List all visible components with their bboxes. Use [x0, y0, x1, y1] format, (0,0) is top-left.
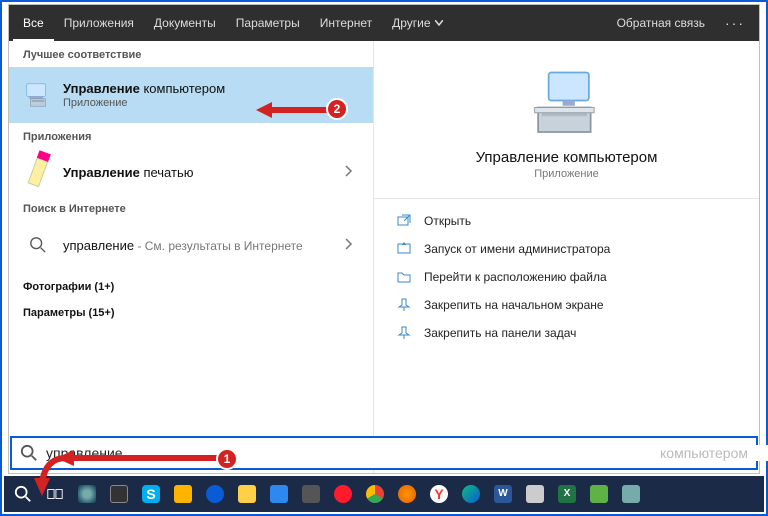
edge-dev-icon[interactable]	[458, 481, 484, 507]
chrome-icon[interactable]	[362, 481, 388, 507]
computer-management-icon	[23, 80, 53, 110]
annotation-arrow-1	[26, 450, 226, 500]
action-pin-start[interactable]: Закрепить на начальном экране	[374, 291, 759, 319]
preview-column: Управление компьютером Приложение Открыт…	[374, 41, 759, 473]
windows-search-panel: Все Приложения Документы Параметры Интер…	[8, 4, 760, 474]
tab-more-label: Другие	[392, 5, 430, 41]
taskbar-app-8[interactable]	[618, 481, 644, 507]
result-title: Управление компьютером	[63, 81, 359, 96]
tab-apps[interactable]: Приложения	[54, 5, 144, 41]
chevron-right-icon[interactable]	[339, 165, 359, 180]
action-label: Перейти к расположению файла	[424, 270, 607, 284]
preview-header: Управление компьютером Приложение	[374, 51, 759, 190]
tab-settings[interactable]: Параметры	[226, 5, 310, 41]
search-icon	[23, 230, 53, 260]
feedback-link[interactable]: Обратная связь	[607, 16, 715, 30]
admin-icon	[396, 241, 412, 257]
settings-group[interactable]: Параметры (15+)	[9, 299, 373, 325]
chevron-down-icon	[435, 20, 443, 26]
tab-documents[interactable]: Документы	[144, 5, 226, 41]
file-explorer-icon[interactable]	[234, 481, 260, 507]
opera-icon[interactable]	[330, 481, 356, 507]
annotation-arrow-2	[254, 98, 334, 122]
result-title: Управление печатью	[63, 165, 339, 180]
result-internet-search[interactable]: управление - См. результаты в Интернете	[9, 221, 373, 269]
action-pin-taskbar[interactable]: Закрепить на панели задач	[374, 319, 759, 347]
preview-title: Управление компьютером	[374, 149, 759, 166]
internet-query: управление - См. результаты в Интернете	[63, 238, 339, 253]
firefox-icon[interactable]	[394, 481, 420, 507]
taskbar-app-5[interactable]	[298, 481, 324, 507]
result-print-management[interactable]: Управление печатью	[9, 149, 373, 195]
folder-icon	[396, 269, 412, 285]
preview-app-icon	[527, 69, 607, 139]
best-match-header: Лучшее соответствие	[9, 41, 373, 67]
taskbar-app-7[interactable]	[586, 481, 612, 507]
annotation-badge-1: 1	[216, 448, 238, 470]
chevron-right-icon[interactable]	[339, 238, 359, 253]
action-label: Закрепить на начальном экране	[424, 298, 604, 312]
taskbar-app-4[interactable]	[266, 481, 292, 507]
action-run-admin[interactable]: Запуск от имени администратора	[374, 235, 759, 263]
tab-all[interactable]: Все	[13, 5, 54, 41]
preview-subtitle: Приложение	[374, 168, 759, 180]
pin-start-icon	[396, 297, 412, 313]
open-icon	[396, 213, 412, 229]
action-label: Запуск от имени администратора	[424, 242, 610, 256]
word-icon[interactable]: W	[490, 481, 516, 507]
tab-internet[interactable]: Интернет	[310, 5, 382, 41]
action-label: Открыть	[424, 214, 471, 228]
print-management-icon	[23, 157, 53, 187]
action-label: Закрепить на панели задач	[424, 326, 576, 340]
annotation-badge-2: 2	[326, 98, 348, 120]
yandex-icon[interactable]: Y	[426, 481, 452, 507]
internet-search-header: Поиск в Интернете	[9, 195, 373, 221]
tab-more[interactable]: Другие	[382, 5, 452, 41]
pin-taskbar-icon	[396, 325, 412, 341]
search-body: Лучшее соответствие Управление компьютер…	[9, 41, 759, 473]
search-tabs: Все Приложения Документы Параметры Интер…	[9, 5, 759, 41]
action-file-location[interactable]: Перейти к расположению файла	[374, 263, 759, 291]
divider	[374, 198, 759, 199]
more-options-button[interactable]: ···	[715, 15, 755, 31]
action-open[interactable]: Открыть	[374, 207, 759, 235]
photos-group[interactable]: Фотографии (1+)	[9, 269, 373, 299]
excel-icon[interactable]: X	[554, 481, 580, 507]
taskbar-app-6[interactable]	[522, 481, 548, 507]
apps-header: Приложения	[9, 123, 373, 149]
